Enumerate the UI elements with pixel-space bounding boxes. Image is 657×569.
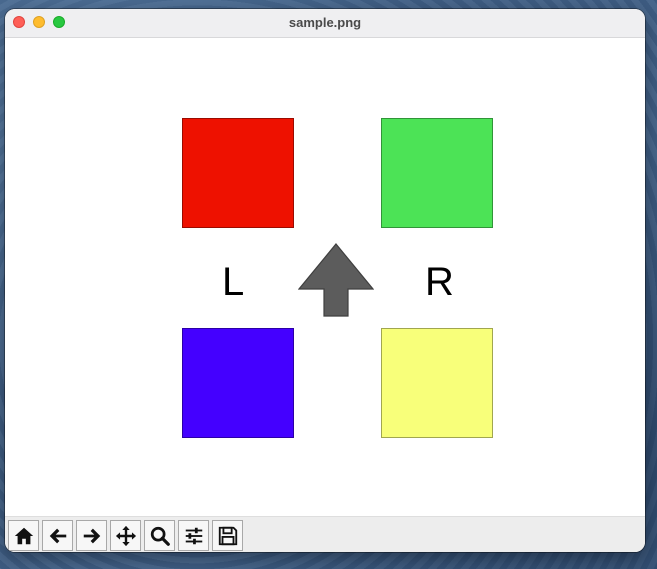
forward-button[interactable]	[76, 520, 107, 551]
move-icon	[115, 525, 136, 546]
zoom-button[interactable]	[144, 520, 175, 551]
arrow-left-icon	[49, 528, 66, 543]
green-square	[381, 118, 493, 228]
blue-square	[182, 328, 294, 438]
sliders-icon	[185, 527, 202, 544]
window-title: sample.png	[288, 15, 362, 30]
red-square	[182, 118, 294, 228]
pan-button[interactable]	[110, 520, 141, 551]
back-button[interactable]	[42, 520, 73, 551]
magnifier-icon	[150, 526, 170, 546]
yellow-square	[381, 328, 493, 438]
figure-canvas[interactable]: L R	[5, 38, 645, 516]
up-arrow-icon	[298, 243, 374, 317]
save-button[interactable]	[212, 520, 243, 551]
left-label: L	[222, 260, 245, 304]
home-button[interactable]	[8, 520, 39, 551]
arrow-right-icon	[83, 528, 100, 543]
home-icon	[14, 527, 33, 544]
navigation-toolbar	[5, 516, 645, 552]
title-bar[interactable]: sample.png	[5, 9, 645, 38]
image-viewer-window: sample.png L R	[5, 9, 645, 552]
right-label: R	[425, 260, 454, 304]
configure-subplots-button[interactable]	[178, 520, 209, 551]
floppy-disk-icon	[218, 526, 237, 545]
up-arrow-shape	[298, 243, 374, 317]
